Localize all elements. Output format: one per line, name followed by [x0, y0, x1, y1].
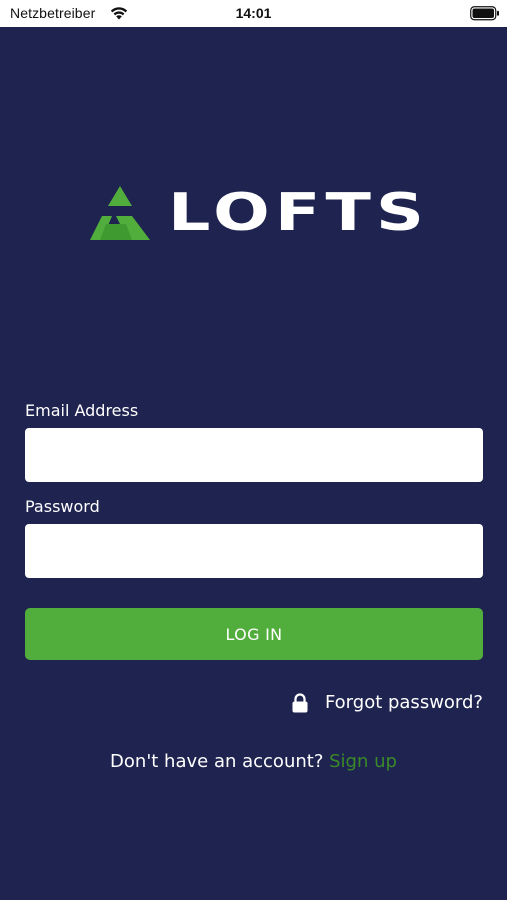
password-input[interactable] — [25, 524, 483, 578]
login-button[interactable]: LOG IN — [25, 608, 483, 660]
battery-icon — [470, 6, 499, 21]
logo-wordmark: LOFTS — [168, 183, 430, 243]
lofts-triangle-logo-icon — [90, 186, 150, 240]
forgot-password-link[interactable]: Forgot password? — [291, 692, 483, 713]
password-label: Password — [25, 497, 100, 516]
status-time: 14:01 — [235, 5, 272, 21]
signup-prompt: Don't have an account? — [110, 751, 324, 772]
forgot-password-label: Forgot password? — [324, 692, 483, 713]
status-bar: Netzbetreiber 14:01 — [0, 0, 507, 27]
lofts-logo: LOFTS — [88, 182, 424, 244]
lock-icon — [292, 692, 308, 712]
signup-prompt-row: Don't have an account? Sign up — [0, 751, 507, 772]
email-input[interactable] — [25, 428, 483, 482]
email-label: Email Address — [25, 401, 139, 420]
signup-link[interactable]: Sign up — [329, 751, 397, 772]
